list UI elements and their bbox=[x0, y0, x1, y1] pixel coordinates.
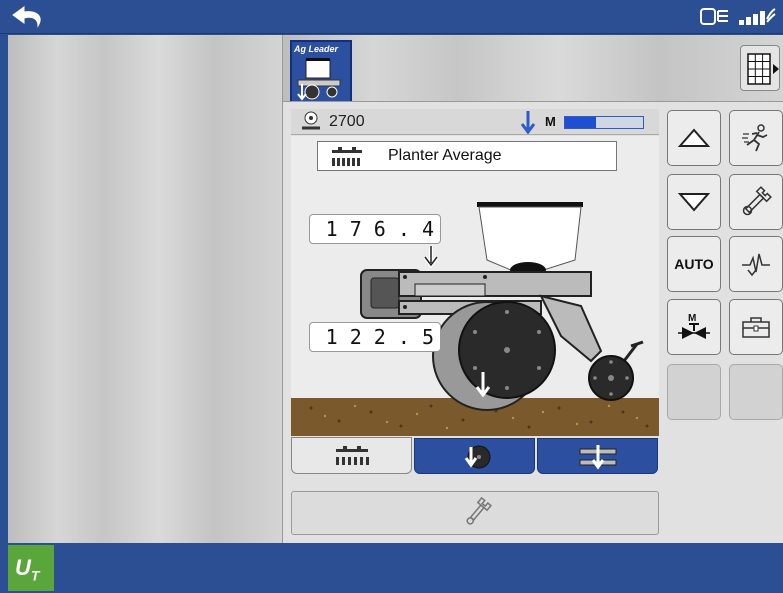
ut-logo-text: UT bbox=[15, 555, 40, 584]
empty-slot-left bbox=[667, 364, 721, 420]
planter-scene: Planter Average 1 7 6 . 4 1 2 2 . 5 bbox=[291, 136, 659, 436]
view-tabs bbox=[291, 437, 659, 474]
module-pane: Ag Leader 2700 M Planter Average 1 7 6 .… bbox=[282, 35, 783, 543]
module-header: Ag Leader bbox=[283, 35, 783, 102]
row-unit-illustration bbox=[291, 202, 659, 436]
auto-button-label: AUTO bbox=[674, 256, 714, 272]
ag-leader-label: Ag Leader bbox=[294, 44, 339, 54]
seed-rate-value: 2700 bbox=[329, 113, 365, 130]
wrench-icon bbox=[742, 186, 772, 216]
seed-rate-icon bbox=[302, 111, 320, 130]
ut-logo-button[interactable]: UT bbox=[8, 545, 54, 591]
diagnostics-button[interactable] bbox=[729, 236, 783, 292]
decrease-button[interactable] bbox=[667, 174, 721, 230]
settings-bar[interactable] bbox=[291, 491, 659, 535]
run-button[interactable] bbox=[729, 110, 783, 166]
planter-module-icon bbox=[297, 58, 341, 101]
triangle-down-icon bbox=[677, 193, 711, 212]
increase-button[interactable] bbox=[667, 110, 721, 166]
downforce-cylinder-icon bbox=[579, 445, 617, 470]
downforce-progress-bar bbox=[564, 116, 644, 129]
triangle-up-icon bbox=[677, 128, 711, 147]
running-person-icon bbox=[742, 124, 768, 152]
wrench-icon bbox=[466, 496, 492, 525]
implement-status-icon[interactable] bbox=[699, 6, 731, 28]
gauge-wheel-icon bbox=[464, 445, 491, 469]
grid-menu-button[interactable] bbox=[740, 45, 780, 91]
top-bar bbox=[0, 0, 783, 34]
auto-button[interactable]: AUTO bbox=[667, 236, 721, 292]
gauge-wheel-tab[interactable] bbox=[414, 438, 535, 474]
pulse-icon bbox=[742, 253, 770, 277]
back-button[interactable] bbox=[8, 4, 48, 30]
bottom-bar: UT bbox=[0, 543, 783, 593]
downforce-tab[interactable] bbox=[537, 438, 658, 474]
manual-valve-button[interactable]: M bbox=[667, 299, 721, 355]
planter-view-tab[interactable] bbox=[291, 437, 412, 474]
back-arrow-icon bbox=[12, 6, 41, 28]
svg-text:M: M bbox=[688, 313, 696, 324]
status-icons bbox=[699, 3, 777, 31]
upper-value-field[interactable]: 1 7 6 . 4 bbox=[309, 214, 441, 244]
left-workspace bbox=[8, 35, 282, 543]
grid-menu-icon bbox=[747, 53, 779, 85]
planter-panel: 2700 M Planter Average 1 7 6 . 4 1 2 2 .… bbox=[283, 101, 783, 543]
toolbox-button[interactable] bbox=[729, 299, 783, 355]
empty-slot-right bbox=[729, 364, 783, 420]
planter-rows-icon bbox=[336, 446, 369, 465]
down-arrow-icon bbox=[520, 111, 536, 134]
mode-letter: M bbox=[545, 114, 556, 129]
status-line: 2700 M bbox=[291, 109, 659, 135]
toolbox-icon bbox=[742, 317, 770, 338]
lower-value-field[interactable]: 1 2 2 . 5 bbox=[309, 322, 441, 352]
manual-valve-icon: M bbox=[678, 313, 710, 339]
tools-button[interactable] bbox=[729, 174, 783, 230]
ag-leader-module-tab[interactable]: Ag Leader bbox=[290, 40, 352, 102]
downforce-progress-fill bbox=[565, 117, 597, 128]
wifi-signal-icon[interactable] bbox=[737, 6, 777, 28]
